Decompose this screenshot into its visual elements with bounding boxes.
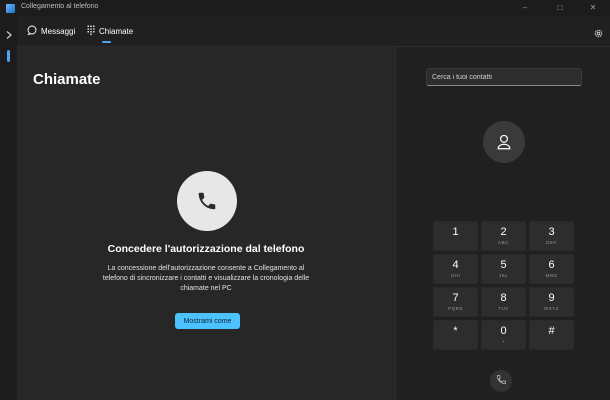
dial-key-digit: 1	[452, 226, 459, 238]
phone-link-app-icon	[6, 4, 15, 13]
dial-key-5[interactable]: 5 JKL	[481, 254, 526, 284]
dial-key-letters: +	[501, 339, 506, 344]
dial-key-digit: 3	[548, 226, 555, 238]
dial-key-4[interactable]: 4 GHI	[433, 254, 478, 284]
page-title: Chiamate	[33, 71, 101, 88]
dial-key-letters: JKL	[498, 273, 509, 278]
dial-key-digit: *	[453, 325, 458, 337]
tab-messages[interactable]: Messaggi	[27, 16, 75, 46]
dial-key-digit: 9	[548, 292, 555, 304]
dial-key-1[interactable]: 1	[433, 221, 478, 251]
dial-key-letters: GHI	[450, 273, 461, 278]
minimize-icon[interactable]: –	[510, 1, 540, 15]
dial-key-0[interactable]: 0 +	[481, 320, 526, 350]
tab-messages-label: Messaggi	[41, 26, 76, 36]
dial-key-2[interactable]: 2 ABC	[481, 221, 526, 251]
dial-pad: 1 2 ABC 3 DEF 4 GHI 5 JKL 6 MNO 7 PQRS 8 TUV 9 W…	[433, 221, 575, 350]
dial-key-digit: #	[548, 325, 555, 337]
close-icon[interactable]: ✕	[578, 1, 608, 15]
dial-key-letters: TUV	[498, 306, 509, 311]
tab-bar: Messaggi Chiamate	[17, 16, 610, 47]
dial-key-digit: 7	[452, 292, 459, 304]
dial-key-digit: 0	[500, 325, 507, 337]
dial-key-letters: DEF	[546, 240, 557, 245]
call-button[interactable]	[490, 370, 512, 392]
phone-call-icon	[496, 372, 507, 390]
dial-key-letters: PQRS	[448, 306, 463, 311]
dial-key-star[interactable]: *	[433, 320, 478, 350]
dial-key-digit: 8	[500, 292, 507, 304]
navigation-rail	[0, 16, 17, 400]
permission-description: La concessione dell'autorizzazione conse…	[102, 265, 310, 292]
active-tab-underline	[102, 41, 111, 43]
dial-key-letters: WXYZ	[544, 306, 559, 311]
dial-key-9[interactable]: 9 WXYZ	[529, 287, 574, 317]
dial-key-3[interactable]: 3 DEF	[529, 221, 574, 251]
dial-key-digit: 5	[500, 259, 507, 271]
permission-title: Concedere l'autorizzazione dal telefono	[107, 243, 305, 255]
dial-key-letters: ABC	[498, 240, 509, 245]
dialpad-icon	[87, 25, 99, 37]
chevron-right-icon[interactable]	[4, 27, 14, 39]
dial-key-letters: MNO	[545, 273, 558, 278]
title-bar: Collegamento al telefono – □ ✕	[0, 0, 610, 16]
dial-key-digit: 6	[548, 259, 555, 271]
message-icon	[27, 25, 41, 37]
maximize-icon[interactable]: □	[545, 1, 575, 15]
dialer-pane: 1 2 ABC 3 DEF 4 GHI 5 JKL 6 MNO 7 PQRS 8 TUV 9 W…	[395, 47, 610, 400]
dial-key-digit: 4	[452, 259, 459, 271]
dial-key-6[interactable]: 6 MNO	[529, 254, 574, 284]
show-me-how-button[interactable]: Mostrami come	[175, 313, 240, 329]
calls-main-pane: Chiamate Concedere l'autorizzazione dal …	[17, 47, 395, 400]
gear-icon[interactable]	[593, 26, 604, 38]
dial-key-7[interactable]: 7 PQRS	[433, 287, 478, 317]
dial-key-digit: 2	[500, 226, 507, 238]
contacts-search-input[interactable]	[426, 68, 582, 86]
person-icon	[483, 121, 525, 163]
rail-selection-indicator	[7, 50, 10, 62]
phone-icon	[177, 171, 237, 231]
window-title: Collegamento al telefono	[21, 3, 99, 10]
dial-key-hash[interactable]: #	[529, 320, 574, 350]
dial-key-8[interactable]: 8 TUV	[481, 287, 526, 317]
tab-calls-label: Chiamate	[99, 26, 134, 36]
